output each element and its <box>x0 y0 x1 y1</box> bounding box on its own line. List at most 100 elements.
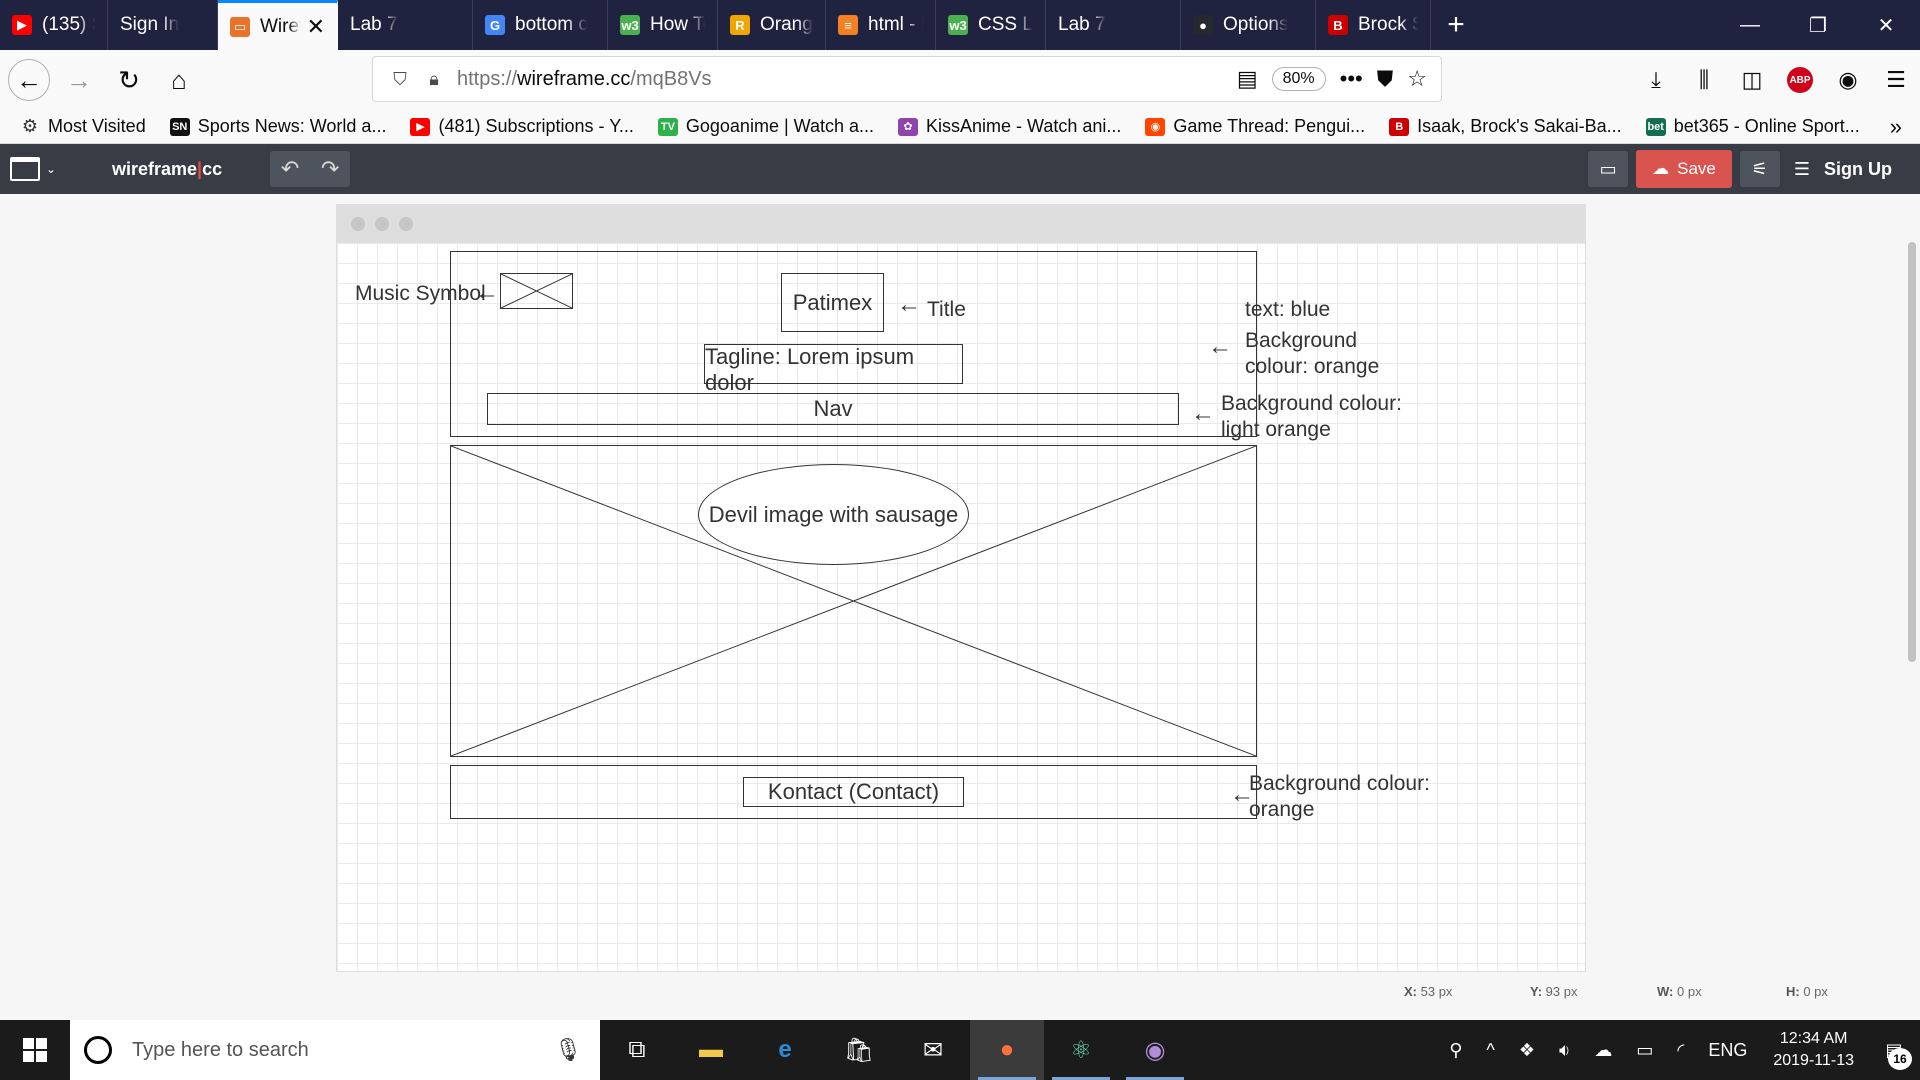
bookmark-item[interactable]: ✿ KissAnime - Watch ani... <box>898 116 1121 137</box>
vertical-scrollbar[interactable] <box>1908 242 1916 662</box>
bookmark-item[interactable]: ⚙ Most Visited <box>20 116 146 137</box>
browser-tab[interactable]: ▭ Wiref ✕ <box>218 0 338 50</box>
nav-bg-note-line2[interactable]: light orange <box>1221 417 1331 443</box>
atom-icon[interactable]: ⚛ <box>1044 1020 1118 1080</box>
close-window-icon[interactable]: ✕ <box>1852 0 1920 50</box>
canvas-grid[interactable]: Music Symbol ← Patimex ← Title text: blu… <box>337 243 1585 971</box>
save-button[interactable]: ☁ Save <box>1636 150 1732 188</box>
onedrive-icon[interactable]: ☁ <box>1582 1040 1624 1061</box>
action-center-button[interactable]: ▤ 16 <box>1868 1020 1920 1080</box>
battery-icon[interactable]: ▭ <box>1624 1040 1665 1061</box>
undo-icon[interactable]: ↶ <box>270 151 310 187</box>
browser-tab[interactable]: Gbottom c <box>473 0 608 50</box>
arrow-left-icon: ← <box>1208 333 1232 360</box>
browser-tab[interactable]: B Brock Sa <box>1316 0 1431 50</box>
music-image-placeholder[interactable] <box>500 273 573 309</box>
wireframe-canvas[interactable]: Music Symbol ← Patimex ← Title text: blu… <box>336 204 1586 972</box>
library-icon[interactable]: ⫼ <box>1680 67 1728 93</box>
status-y: Y: 93 px <box>1530 984 1578 999</box>
reload-button[interactable]: ↻ <box>108 59 150 101</box>
chevron-up-icon[interactable]: ^ <box>1474 1040 1506 1061</box>
bookmark-item[interactable]: B Isaak, Brock's Sakai-Ba... <box>1389 116 1622 137</box>
zoom-level[interactable]: 80% <box>1271 67 1326 91</box>
bookmark-star-icon[interactable]: ☆ <box>1407 66 1427 92</box>
comment-button[interactable]: ▭ <box>1588 151 1629 187</box>
footer-bg-note-line2[interactable]: orange <box>1249 797 1314 823</box>
language-indicator[interactable]: ENG <box>1696 1040 1759 1061</box>
people-icon[interactable]: ⚲ <box>1437 1040 1474 1061</box>
window-dot-icon <box>375 217 389 231</box>
account-icon[interactable]: ◉ <box>1824 67 1872 93</box>
kissanime-icon: ✿ <box>898 117 918 136</box>
redo-icon[interactable]: ↷ <box>310 151 350 187</box>
wifi-icon[interactable]: ◜ <box>1665 1040 1696 1061</box>
browser-tab[interactable]: Sign In <box>108 0 218 50</box>
microphone-icon[interactable]: 🎙︎ <box>554 1037 582 1063</box>
reader-view-icon[interactable]: ▤ <box>1237 66 1258 92</box>
download-icon[interactable]: ⤓ <box>1632 67 1680 93</box>
browser-tab[interactable]: ≡ html - Ho <box>826 0 936 50</box>
music-symbol-label[interactable]: Music Symbol <box>355 281 486 307</box>
browser-tab[interactable]: ▶ (135) Sub <box>0 0 108 50</box>
task-view-icon[interactable]: ⧉ <box>600 1020 674 1080</box>
title-box[interactable]: Patimex <box>781 273 884 332</box>
brock-icon: B <box>1389 117 1410 136</box>
menu-icon[interactable]: ☰ <box>1872 67 1920 93</box>
signup-menu[interactable]: ☰ Sign Up <box>1794 159 1892 180</box>
bookmark-item[interactable]: ◉ Game Thread: Pengui... <box>1145 116 1365 137</box>
view-selector[interactable]: ⌄ <box>10 153 62 185</box>
back-button[interactable]: ← <box>8 59 50 101</box>
title-label[interactable]: Title <box>927 297 966 323</box>
volume-icon[interactable]: 🔉︎ <box>1547 1040 1582 1061</box>
minimize-icon[interactable]: — <box>1716 0 1784 50</box>
status-w: W: 0 px <box>1657 984 1702 999</box>
bookmark-item[interactable]: bet bet365 - Online Sport... <box>1645 116 1860 137</box>
taskbar-search[interactable]: Type here to search 🎙︎ <box>70 1020 600 1080</box>
url-bar[interactable]: ⛉ 🔒︎ https://wireframe.cc/mqB8Vs ▤ 80% •… <box>372 56 1442 102</box>
nav-bg-note-line1[interactable]: Background colour: <box>1221 391 1402 417</box>
browser-tab[interactable]: w3 How To C <box>608 0 718 50</box>
header-bg-note-line2[interactable]: colour: orange <box>1245 354 1379 380</box>
app-logo[interactable]: wireframe|cc <box>112 159 222 180</box>
start-button[interactable] <box>0 1020 70 1080</box>
nav-box[interactable]: Nav <box>487 393 1179 425</box>
tagline-box[interactable]: Tagline: Lorem ipsum dolor <box>704 344 963 395</box>
contact-box[interactable]: Kontact (Contact) <box>743 777 964 807</box>
shield-icon[interactable]: ⛉ <box>385 69 415 90</box>
clock[interactable]: 12:34 AM 2019-11-13 <box>1759 1028 1868 1072</box>
bookmark-item[interactable]: SN Sports News: World a... <box>169 116 386 137</box>
close-tab-icon[interactable]: ✕ <box>301 14 325 40</box>
chevron-down-icon: ⌄ <box>46 162 57 176</box>
new-tab-button[interactable]: + <box>1431 0 1481 50</box>
hero-ellipse[interactable]: Devil image with sausage <box>698 464 969 565</box>
lock-icon[interactable]: 🔒︎ <box>419 69 449 90</box>
sidebar-icon[interactable]: ◫ <box>1728 67 1776 93</box>
browser-tab[interactable]: w3 CSS Layo <box>936 0 1046 50</box>
browser-tab[interactable]: R Orange c <box>718 0 826 50</box>
more-actions-icon[interactable]: ••• <box>1340 66 1363 92</box>
url-text[interactable]: https://wireframe.cc/mqB8Vs <box>457 68 712 91</box>
bookmark-item[interactable]: TV Gogoanime | Watch a... <box>657 116 874 137</box>
wireframe-app-bar: ⌄ wireframe|cc ↶ ↷ ▭ ☁ Save ⚟ ☰ Sign Up <box>0 144 1920 194</box>
edge-icon[interactable]: e <box>748 1020 822 1080</box>
chevron-double-right-icon[interactable]: » <box>1890 114 1902 140</box>
home-button[interactable]: ⌂ <box>158 59 200 101</box>
dropbox-icon[interactable]: ❖ <box>1507 1040 1547 1061</box>
pocket-icon[interactable]: ⛊ <box>1377 66 1394 92</box>
settings-button[interactable]: ⚟ <box>1739 151 1780 187</box>
header-bg-note-line1[interactable]: Background <box>1245 328 1357 354</box>
adblock-icon[interactable]: ABP <box>1787 67 1813 93</box>
browser-tab[interactable]: ● Options <box>1181 0 1316 50</box>
browser-tab[interactable]: Lab 7 <box>338 0 473 50</box>
browser-tab[interactable]: Lab 7 <box>1046 0 1181 50</box>
forward-button[interactable]: → <box>58 59 100 101</box>
store-icon[interactable]: 🛍︎ <box>822 1020 896 1080</box>
file-explorer-icon[interactable]: ▬ <box>674 1020 748 1080</box>
firefox-icon[interactable]: ● <box>970 1020 1044 1080</box>
github-desktop-icon[interactable]: ◉ <box>1118 1020 1192 1080</box>
bookmark-item[interactable]: ▶ (481) Subscriptions - Y... <box>410 116 634 137</box>
mail-icon[interactable]: ✉ <box>896 1020 970 1080</box>
restore-icon[interactable]: ❐ <box>1784 0 1852 50</box>
text-color-note[interactable]: text: blue <box>1245 297 1330 323</box>
footer-bg-note-line1[interactable]: Background colour: <box>1249 771 1430 797</box>
